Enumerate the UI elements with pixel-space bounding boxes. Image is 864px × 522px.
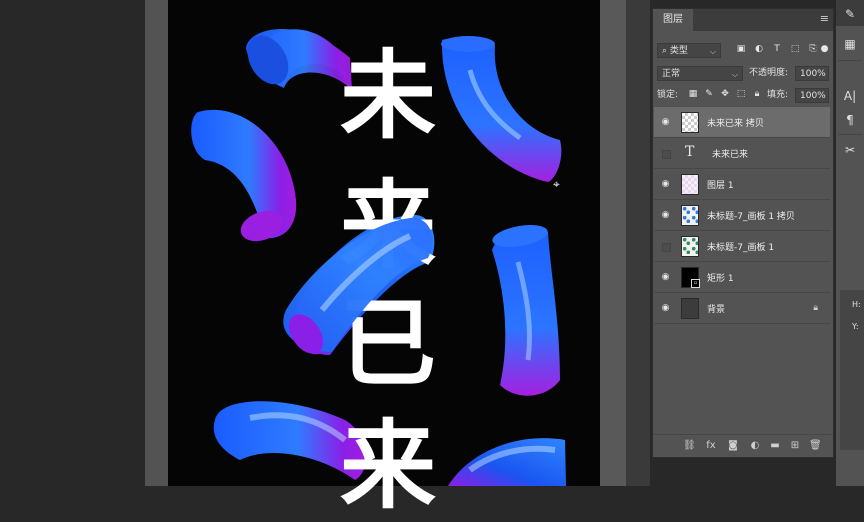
info-h-label: H:	[852, 300, 861, 309]
info-y-label: Y:	[852, 322, 859, 331]
toggle-filter-icon[interactable]: ●	[820, 43, 829, 55]
adjustment-filter-icon[interactable]: ◐	[753, 43, 765, 55]
layer-name: 矩形 1	[707, 274, 734, 284]
tools-icon[interactable]: ✂	[842, 142, 858, 158]
layer-list: ◉ 未来已来 拷贝 T 未来已来 ◉ 图层 1 ◉ 未标题-7_画板 1 拷贝 …	[654, 107, 830, 324]
layer-name: 未来已来	[712, 150, 749, 160]
visibility-off-box[interactable]	[662, 150, 671, 159]
layer-name: 未标题-7_画板 1 拷贝	[707, 212, 795, 222]
layer-thumbnail	[681, 205, 699, 226]
arrow-cursor-icon: ⌖	[553, 177, 560, 191]
character-icon[interactable]: A|	[842, 88, 858, 104]
layer-name: 背景	[707, 305, 726, 315]
info-panel	[840, 290, 864, 450]
divider	[838, 134, 862, 135]
swatches-icon[interactable]: ▦	[842, 36, 858, 52]
smart-object-filter-icon[interactable]: ⎘	[807, 43, 819, 55]
chevron-down-icon: ⌵	[709, 47, 716, 56]
blend-mode-value: 正常	[662, 69, 681, 79]
layer-row[interactable]: ◉ 未来已来 拷贝	[654, 107, 830, 138]
vector-mask-icon: ▫	[691, 279, 700, 288]
search-icon: ⌕	[662, 46, 670, 56]
layer-name: 未标题-7_画板 1	[707, 243, 775, 253]
headline-char-2: 来	[340, 170, 436, 282]
visibility-eye-icon[interactable]: ◉	[660, 117, 671, 127]
opacity-value: 100%	[800, 69, 826, 79]
lock-pixels-icon[interactable]: ✎	[703, 88, 715, 100]
layer-thumbnail	[681, 174, 699, 195]
tube-bottom-right	[448, 438, 566, 486]
chevron-down-icon: ⌵	[731, 70, 738, 79]
divider	[838, 60, 862, 61]
layer-row[interactable]: ◉ ▫ 矩形 1	[654, 262, 830, 293]
delete-layer-icon[interactable]: 🗑︎	[809, 440, 822, 451]
opacity-label: 不透明度:	[749, 68, 789, 78]
fill-value: 100%	[800, 91, 826, 101]
tab-layers[interactable]: 图层	[653, 9, 693, 31]
layer-row[interactable]: ◉ 未标题-7_画板 1 拷贝	[654, 200, 830, 231]
lock-icon: 🔒︎	[813, 303, 818, 313]
layer-thumbnail	[681, 236, 699, 257]
link-layers-icon[interactable]: ⛓	[683, 440, 696, 451]
layer-thumbnail	[681, 112, 699, 133]
fill-label: 填充:	[767, 90, 789, 100]
lock-artboard-icon[interactable]: ⬚	[735, 88, 747, 100]
new-layer-icon[interactable]: ⊞	[789, 440, 801, 451]
visibility-off-box[interactable]	[662, 243, 671, 252]
lock-position-icon[interactable]: ✥	[719, 88, 731, 100]
visibility-eye-icon[interactable]: ◉	[660, 210, 671, 220]
layer-thumbnail	[681, 298, 699, 319]
panel-footer: ⛓ fx ◙ ◐ ▬ ⊞ 🗑︎	[653, 434, 833, 457]
new-group-icon[interactable]: ▬	[769, 440, 781, 451]
panel-tabbar: 图层 ≡	[653, 9, 833, 31]
lock-row: 锁定: ▦ ✎ ✥ ⬚ 🔒︎ 填充: 100%	[657, 88, 829, 104]
type-filter-icon[interactable]: T	[771, 43, 783, 55]
brush-icon[interactable]: ✎	[842, 6, 858, 22]
lock-label: 锁定:	[657, 90, 679, 100]
lock-transparent-icon[interactable]: ▦	[687, 88, 699, 100]
layers-panel: 图层 ≡ ⌕ 类型 ⌵ ▣ ◐ T ⬚ ⎘ ● 正常 ⌵ 不透明度: 100% …	[652, 8, 834, 458]
lock-all-icon[interactable]: 🔒︎	[751, 88, 763, 100]
fx-icon[interactable]: fx	[705, 440, 717, 451]
headline-char-4: 来	[340, 410, 436, 522]
layer-row[interactable]: 未标题-7_画板 1	[654, 231, 830, 262]
visibility-eye-icon[interactable]: ◉	[660, 272, 671, 282]
hamburger-menu-icon[interactable]: ≡	[820, 12, 829, 25]
paragraph-icon[interactable]: ¶	[842, 112, 858, 128]
shape-filter-icon[interactable]: ⬚	[789, 43, 801, 55]
tube-top-right	[441, 38, 562, 182]
layer-name: 图层 1	[707, 181, 734, 191]
type-layer-icon: T	[685, 144, 695, 160]
blend-mode-select[interactable]: 正常 ⌵	[657, 66, 743, 81]
visibility-eye-icon[interactable]: ◉	[660, 303, 671, 313]
headline-char-1: 未	[340, 40, 436, 152]
layer-filter-row: ⌕ 类型 ⌵ ▣ ◐ T ⬚ ⎘ ●	[657, 43, 829, 59]
layer-row[interactable]: ◉ 图层 1	[654, 169, 830, 200]
headline-char-3: 已	[340, 288, 436, 400]
add-mask-icon[interactable]: ◙	[727, 440, 739, 451]
visibility-eye-icon[interactable]: ◉	[660, 179, 671, 189]
image-filter-icon[interactable]: ▣	[735, 43, 747, 55]
fill-field[interactable]: 100%	[795, 88, 829, 103]
filter-kind-label: 类型	[669, 46, 688, 56]
layer-row[interactable]: T 未来已来	[654, 138, 830, 169]
filter-kind-select[interactable]: ⌕ 类型 ⌵	[657, 43, 721, 58]
layer-row[interactable]: ◉ 背景 🔒︎	[654, 293, 830, 324]
layer-name: 未来已来 拷贝	[707, 119, 764, 129]
blend-row: 正常 ⌵ 不透明度: 100%	[657, 66, 829, 82]
opacity-field[interactable]: 100%	[795, 66, 829, 81]
adjustment-layer-icon[interactable]: ◐	[749, 440, 761, 451]
